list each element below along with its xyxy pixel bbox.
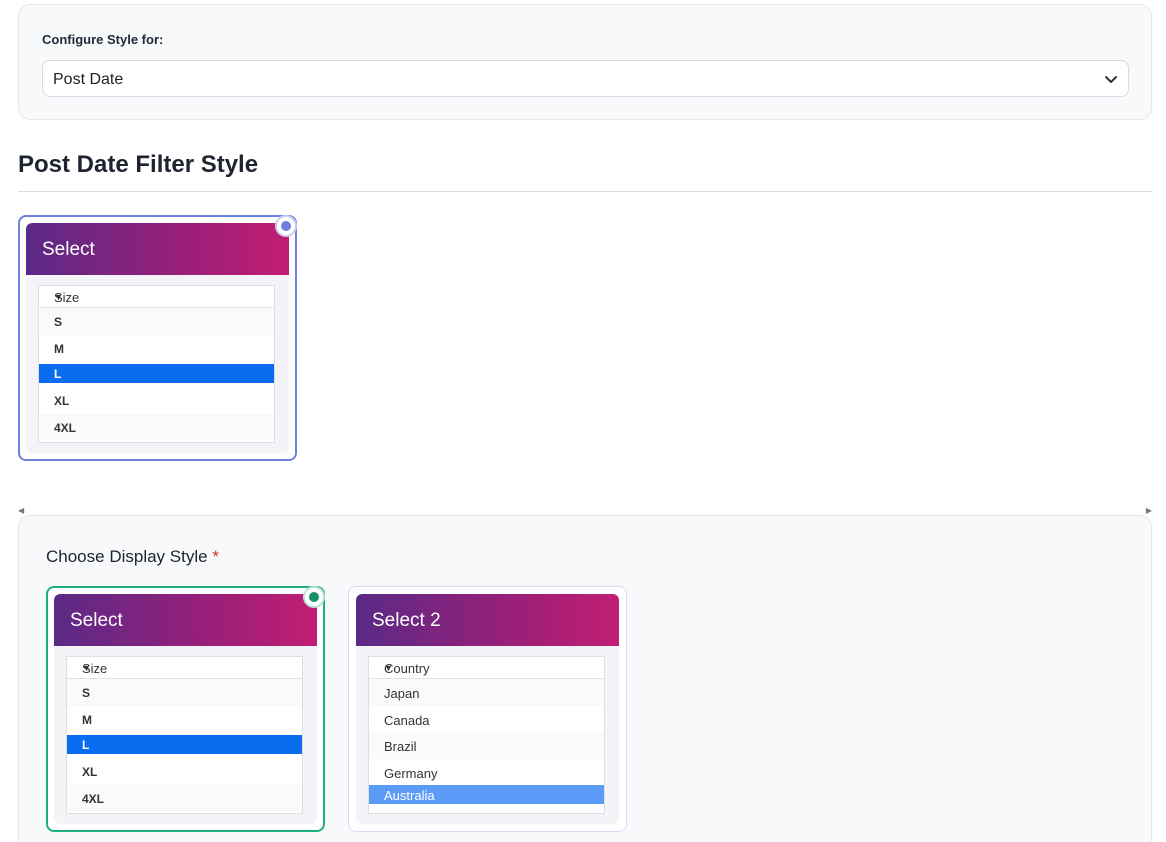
dropdown-option: XL — [82, 765, 98, 779]
selected-radio-icon — [275, 215, 297, 237]
display-style-card-select[interactable]: Select Size ▼ S M L XL 4XL — [46, 586, 325, 832]
size-dropdown: Size ▼ S M L XL 4XL — [66, 656, 303, 814]
card-inner: Select Size ▼ S M L XL 4XL — [54, 594, 317, 824]
dropdown-option: Canada — [384, 712, 430, 728]
scroll-right-icon[interactable]: ▶ — [1146, 506, 1152, 515]
caret-down-icon: ▼ — [54, 292, 63, 302]
card-title: Select 2 — [372, 610, 441, 631]
configure-style-panel: Configure Style for: Post Date — [18, 4, 1152, 120]
dropdown-head: Country ▼ — [369, 657, 604, 679]
dropdown-head: Size ▼ — [39, 286, 274, 308]
preview-card-header: Select — [26, 223, 289, 275]
dropdown-option: S — [39, 308, 274, 335]
chevron-down-icon — [1105, 76, 1117, 83]
dropdown-option-highlighted: Australia — [369, 785, 604, 804]
configure-style-label: Configure Style for: — [42, 32, 164, 47]
section-title: Post Date Filter Style — [18, 151, 259, 178]
dropdown-option: S — [67, 679, 302, 706]
configure-style-value: Post Date — [53, 71, 124, 88]
scroll-left-icon[interactable]: ◀ — [18, 506, 24, 515]
card-title: Select — [70, 610, 123, 631]
dropdown-option: M — [54, 341, 64, 356]
caret-down-icon: ▼ — [82, 663, 91, 673]
dropdown-option: M — [82, 712, 92, 727]
dropdown-option: 4XL — [39, 413, 274, 440]
dropdown-option: Germany — [384, 765, 438, 781]
card-header: Select — [54, 594, 317, 646]
selected-radio-icon — [303, 586, 325, 608]
card-header: Select 2 — [356, 594, 619, 646]
dropdown-option-highlighted: L — [39, 364, 274, 383]
dropdown-option: Brazil — [369, 732, 604, 759]
configure-style-select[interactable]: Post Date — [42, 60, 1129, 97]
required-marker: * — [212, 547, 219, 566]
section-divider — [18, 191, 1152, 192]
preview-size-dropdown: Size ▼ S M L XL 4XL — [38, 285, 275, 443]
display-style-label: Choose Display Style * — [46, 547, 219, 566]
dropdown-head: Size ▼ — [67, 657, 302, 679]
display-style-panel: Choose Display Style * Select Size ▼ S M… — [18, 515, 1152, 842]
country-dropdown: Country ▼ Japan Canada Brazil Germany Au… — [368, 656, 605, 814]
preview-card-inner: Select Size ▼ S M L XL 4XL — [26, 223, 289, 453]
display-style-card-select2[interactable]: Select 2 Country ▼ Japan Canada Brazil G… — [348, 586, 627, 832]
dropdown-option: 4XL — [67, 784, 302, 811]
dropdown-option-highlighted: L — [67, 735, 302, 754]
dropdown-option: XL — [54, 394, 70, 408]
dropdown-option: Japan — [369, 679, 604, 706]
card-inner: Select 2 Country ▼ Japan Canada Brazil G… — [356, 594, 619, 824]
caret-down-icon: ▼ — [384, 663, 393, 673]
preview-card-title: Select — [42, 239, 95, 260]
preview-style-card[interactable]: Select Size ▼ S M L XL 4XL — [18, 215, 297, 461]
